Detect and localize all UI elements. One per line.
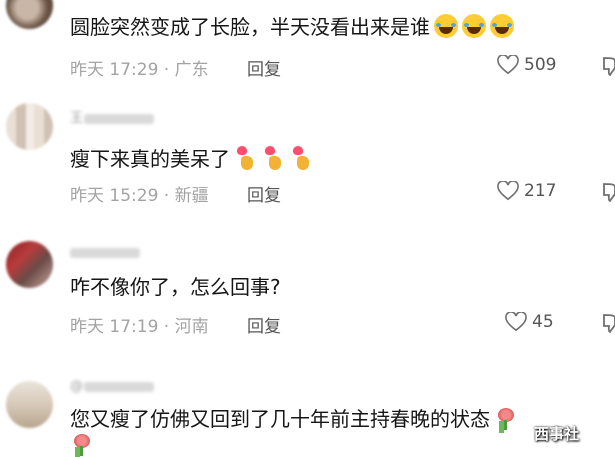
like-button[interactable]: 509 (497, 55, 556, 75)
laughing-emoji-icon (434, 14, 458, 38)
heart-icon (497, 55, 519, 75)
like-count: 45 (532, 312, 554, 332)
avatar[interactable] (6, 103, 53, 150)
laughing-emoji-icon (462, 14, 486, 38)
comment-text: 咋不像你了，怎么回事? (70, 275, 281, 299)
comment-time: 昨天 15:29 (70, 186, 159, 206)
watermark: 西事社 (534, 425, 580, 443)
reply-button[interactable]: 回复 (247, 312, 281, 337)
comment-text-row: 圆脸突然变成了长脸，半天没看出来是谁 (70, 11, 514, 40)
username-blur (84, 113, 155, 124)
username[interactable]: 王 (70, 107, 155, 126)
comment-text-row: 瘦下来真的美呆了 (70, 143, 314, 172)
rose-emoji-icon (494, 406, 518, 430)
dislike-icon[interactable] (601, 56, 615, 76)
comment-location: 广东 (174, 60, 209, 80)
comment-meta: 昨天 15:29 · 新疆 (70, 186, 209, 206)
comment-text-row (70, 432, 94, 456)
comment-location: 新疆 (174, 186, 209, 206)
username[interactable]: @ (70, 379, 154, 394)
comment-location: 河南 (174, 317, 209, 337)
avatar[interactable] (6, 381, 53, 428)
heart-icon (505, 312, 527, 332)
reply-button[interactable]: 回复 (247, 55, 281, 80)
like-button[interactable]: 217 (497, 181, 556, 201)
finger-heart-icon (290, 146, 314, 170)
like-count: 509 (524, 55, 557, 75)
heart-icon (497, 181, 519, 201)
rose-emoji-icon (70, 432, 94, 456)
comment-meta: 昨天 17:19 · 河南 (70, 317, 209, 337)
comment-text: 瘦下来真的美呆了 (70, 147, 230, 171)
like-count: 217 (524, 181, 557, 201)
comment-text-row: 您又瘦了仿佛又回到了几十年前主持春晚的状态 (70, 403, 518, 432)
comment-time: 昨天 17:19 (70, 317, 159, 337)
username-blur (84, 381, 154, 392)
dislike-icon[interactable] (601, 313, 615, 333)
comment-meta: 昨天 17:29 · 广东 (70, 60, 209, 80)
comment-time: 昨天 17:29 (70, 60, 159, 80)
reply-button[interactable]: 回复 (247, 181, 281, 206)
finger-heart-icon (234, 146, 258, 170)
comment-text: 您又瘦了仿佛又回到了几十年前主持春晚的状态 (70, 407, 490, 431)
comment-text: 圆脸突然变成了长脸，半天没看出来是谁 (70, 15, 430, 39)
like-button[interactable]: 45 (505, 312, 554, 332)
username[interactable] (70, 245, 140, 259)
avatar[interactable] (6, 241, 53, 288)
laughing-emoji-icon (490, 14, 514, 38)
dislike-icon[interactable] (601, 182, 615, 202)
username-blur (70, 247, 140, 258)
avatar[interactable] (6, 0, 53, 29)
finger-heart-icon (262, 146, 286, 170)
